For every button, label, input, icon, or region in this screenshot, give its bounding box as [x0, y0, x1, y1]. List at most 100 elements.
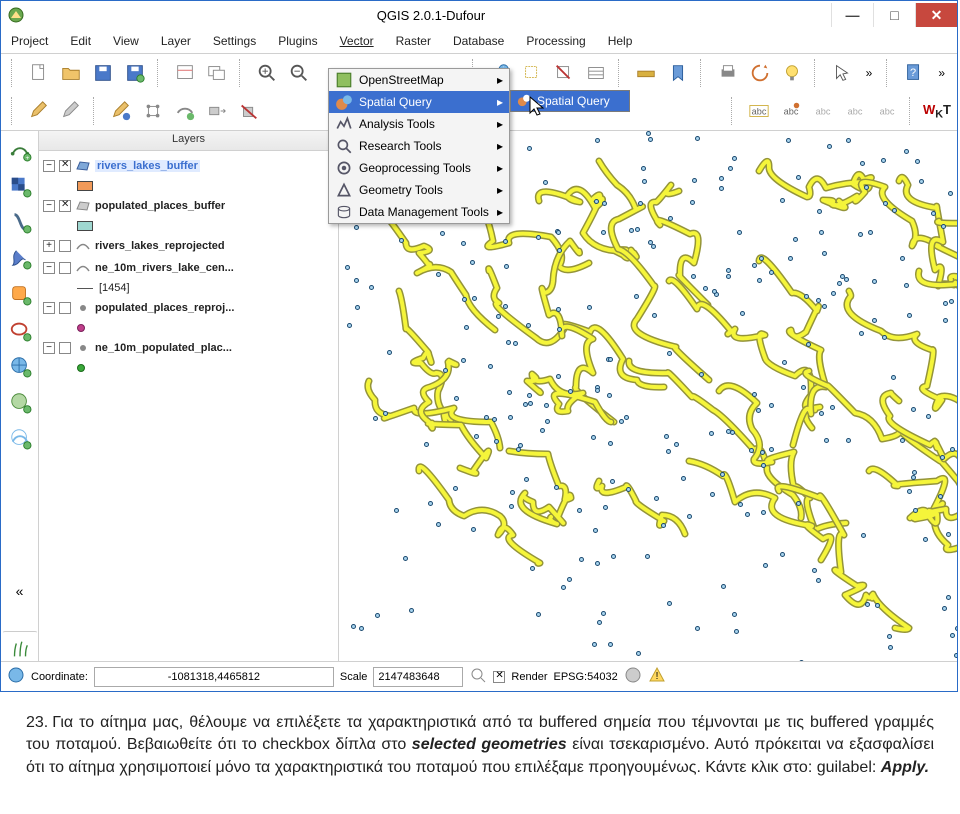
coord-input[interactable] — [94, 667, 334, 687]
layer-visibility-checkbox[interactable] — [59, 240, 71, 252]
menu-edit[interactable]: Edit — [66, 32, 95, 50]
layer-row[interactable]: − populated_places_buffer — [43, 195, 334, 217]
edit-pencil-icon[interactable] — [25, 97, 53, 125]
attributes-icon[interactable] — [582, 59, 610, 87]
tree-expand-icon[interactable]: + — [43, 240, 55, 252]
wkt-icon[interactable]: WKT — [923, 102, 951, 121]
delete-feature-icon[interactable] — [235, 97, 263, 125]
edit-pencil2-icon[interactable] — [57, 97, 85, 125]
layer-row[interactable]: − ne_10m_populated_plac... — [43, 337, 334, 359]
deselect-icon[interactable] — [550, 59, 578, 87]
layout-icon[interactable] — [171, 59, 199, 87]
add-wfs-icon[interactable] — [5, 423, 35, 453]
add-mssql-icon[interactable] — [5, 279, 35, 309]
add-wms-icon[interactable] — [5, 351, 35, 381]
layer-name[interactable]: ne_10m_rivers_lake_cen... — [95, 262, 234, 274]
menu-project[interactable]: Project — [7, 32, 52, 50]
render-checkbox[interactable] — [493, 671, 505, 683]
print-icon[interactable] — [714, 59, 742, 87]
layer-name[interactable]: ne_10m_populated_plac... — [95, 342, 232, 354]
layer-name[interactable]: populated_places_buffer — [95, 200, 225, 212]
maximize-button[interactable]: □ — [873, 3, 915, 27]
cursor-tool-icon[interactable] — [828, 59, 856, 87]
tree-collapse-icon[interactable]: − — [43, 160, 55, 172]
menu-processing[interactable]: Processing — [522, 32, 589, 50]
save-icon[interactable] — [89, 59, 117, 87]
layer-row[interactable]: − ne_10m_rivers_lake_cen... — [43, 257, 334, 279]
save-as-icon[interactable] — [121, 59, 149, 87]
layer-visibility-checkbox[interactable] — [59, 262, 71, 274]
tree-collapse-icon[interactable]: − — [43, 342, 55, 354]
layer-name[interactable]: populated_places_reproj... — [95, 302, 234, 314]
layer-name[interactable]: rivers_lakes_buffer — [95, 160, 200, 172]
menu-item-spatial-query[interactable]: Spatial Query ▸ — [329, 91, 509, 113]
menu-layer[interactable]: Layer — [157, 32, 195, 50]
add-vector-icon[interactable]: + — [5, 135, 35, 165]
zoom-in-icon[interactable] — [253, 59, 281, 87]
label-abc2-icon[interactable]: abc — [809, 97, 837, 125]
bookmark-icon[interactable] — [664, 59, 692, 87]
grass-icon[interactable] — [2, 631, 38, 661]
minimize-button[interactable]: — — [831, 3, 873, 27]
add-spatialite-icon[interactable] — [5, 243, 35, 273]
menu-database[interactable]: Database — [449, 32, 508, 50]
add-oracle-icon[interactable] — [5, 315, 35, 345]
menu-item-data-management[interactable]: Data Management Tools ▸ — [329, 201, 509, 223]
tree-collapse-icon[interactable]: − — [43, 302, 55, 314]
layer-swatch-row — [77, 177, 334, 195]
layer-child-label: [1454] — [99, 282, 130, 294]
menu-vector[interactable]: Vector — [336, 32, 378, 50]
menu-plugins[interactable]: Plugins — [274, 32, 321, 50]
menu-raster[interactable]: Raster — [392, 32, 435, 50]
crs-status-icon[interactable] — [624, 666, 642, 687]
messages-icon[interactable]: ! — [648, 666, 666, 687]
layers-tree[interactable]: − rivers_lakes_buffer − populated_places… — [39, 151, 338, 381]
globe-status-icon[interactable] — [7, 666, 25, 687]
add-postgis-icon[interactable] — [5, 207, 35, 237]
menu-item-geoprocessing[interactable]: Geoprocessing Tools ▸ — [329, 157, 509, 179]
add-feature-icon[interactable] — [171, 97, 199, 125]
refresh-icon[interactable] — [746, 59, 774, 87]
add-raster-icon[interactable] — [5, 171, 35, 201]
node-tool-icon[interactable] — [139, 97, 167, 125]
layer-row[interactable]: + rivers_lakes_reprojected — [43, 235, 334, 257]
tree-collapse-icon[interactable]: − — [43, 200, 55, 212]
menu-item-research[interactable]: Research Tools ▸ — [329, 135, 509, 157]
zoom-out-icon[interactable] — [285, 59, 313, 87]
label-abc-icon[interactable]: abc — [745, 97, 773, 125]
open-folder-icon[interactable] — [57, 59, 85, 87]
epsg-label[interactable]: EPSG:54032 — [553, 671, 617, 683]
tips-icon[interactable] — [778, 59, 806, 87]
edits-save-icon[interactable] — [107, 97, 135, 125]
tree-collapse-icon[interactable]: − — [43, 262, 55, 274]
layout-manager-icon[interactable] — [203, 59, 231, 87]
menu-item-analysis[interactable]: Analysis Tools ▸ — [329, 113, 509, 135]
layer-visibility-checkbox[interactable] — [59, 200, 71, 212]
toolbar-overflow-2[interactable]: » — [932, 66, 951, 80]
toolbar-overflow[interactable]: » — [860, 66, 879, 80]
menu-view[interactable]: View — [109, 32, 143, 50]
menu-settings[interactable]: Settings — [209, 32, 260, 50]
help-icon[interactable]: ? — [900, 59, 928, 87]
layer-visibility-checkbox[interactable] — [59, 302, 71, 314]
menu-help[interactable]: Help — [604, 32, 637, 50]
scale-lock-icon[interactable] — [469, 666, 487, 687]
left-toolbar-overflow[interactable]: « — [16, 583, 24, 599]
add-wcs-icon[interactable] — [5, 387, 35, 417]
new-file-icon[interactable] — [25, 59, 53, 87]
layer-visibility-checkbox[interactable] — [59, 160, 71, 172]
select-icon[interactable] — [518, 59, 546, 87]
scale-input[interactable] — [373, 667, 463, 687]
layer-row[interactable]: − rivers_lakes_buffer — [43, 155, 334, 177]
layer-visibility-checkbox[interactable] — [59, 342, 71, 354]
label-abc3-icon[interactable]: abc — [841, 97, 869, 125]
menu-item-geometry[interactable]: Geometry Tools ▸ — [329, 179, 509, 201]
close-button[interactable]: ✕ — [915, 3, 957, 27]
layer-name[interactable]: rivers_lakes_reprojected — [95, 240, 225, 252]
label-abc4-icon[interactable]: abc — [873, 97, 901, 125]
move-feature-icon[interactable] — [203, 97, 231, 125]
measure-icon[interactable] — [632, 59, 660, 87]
label-pin-icon[interactable]: abc — [777, 97, 805, 125]
layer-row[interactable]: − populated_places_reproj... — [43, 297, 334, 319]
menu-item-osm[interactable]: OpenStreetMap ▸ — [329, 69, 509, 91]
